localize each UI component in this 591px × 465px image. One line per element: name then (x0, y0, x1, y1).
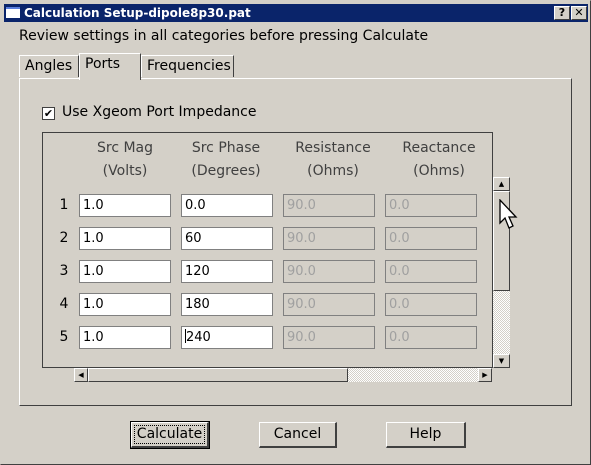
resistance-field: 90.0 (283, 293, 375, 316)
reactance-field: 0.0 (385, 260, 477, 283)
arrow-left-icon[interactable]: ◀ (74, 368, 88, 382)
src-phase-input[interactable]: 60 (181, 227, 273, 250)
src-phase-input[interactable]: 180 (181, 293, 273, 316)
arrow-down-icon[interactable]: ▼ (493, 354, 510, 368)
tab-frequencies[interactable]: Frequencies (141, 55, 234, 77)
use-xgeom-label[interactable]: Use Xgeom Port Impedance (62, 104, 256, 120)
help-title-button[interactable]: ? (554, 6, 570, 20)
port-grid: Src Mag (Volts) Src Phase (Degrees) Resi… (42, 132, 493, 368)
horizontal-scroll-thumb[interactable] (88, 368, 348, 382)
window-icon (6, 7, 20, 18)
tab-angles[interactable]: Angles (19, 55, 79, 77)
resistance-field: 90.0 (283, 227, 375, 250)
calculate-button[interactable]: Calculate (130, 421, 210, 449)
close-button[interactable]: ✕ (571, 6, 587, 20)
reactance-field: 0.0 (385, 293, 477, 316)
header-src-mag: Src Mag (Volts) (96, 140, 154, 179)
reactance-field: 0.0 (385, 227, 477, 250)
src-mag-input[interactable]: 1.0 (79, 293, 171, 316)
arrow-right-icon[interactable]: ▶ (478, 368, 492, 382)
title-bar[interactable]: Calculation Setup-dipole8p30.pat ? ✕ (4, 4, 588, 22)
arrow-up-icon[interactable]: ▲ (493, 177, 510, 191)
cancel-button[interactable]: Cancel (259, 422, 337, 448)
tab-ports[interactable]: Ports (79, 53, 141, 80)
calculation-setup-dialog: Calculation Setup-dipole8p30.pat ? ✕ Rev… (0, 0, 591, 465)
mouse-pointer-icon (499, 199, 518, 229)
help-button[interactable]: Help (386, 422, 466, 448)
reactance-field: 0.0 (385, 326, 477, 349)
use-xgeom-checkbox[interactable]: ✔ (42, 107, 55, 120)
resistance-field: 90.0 (283, 326, 375, 349)
row-number: 3 (59, 263, 69, 279)
horizontal-scrollbar[interactable]: ◀ ▶ (74, 368, 492, 382)
row-number: 5 (59, 329, 69, 345)
header-resistance: Resistance (Ohms) (295, 140, 371, 179)
resistance-field: 90.0 (283, 260, 375, 283)
src-mag-input[interactable]: 1.0 (79, 326, 171, 349)
src-mag-input[interactable]: 1.0 (79, 227, 171, 250)
window-title: Calculation Setup-dipole8p30.pat (24, 6, 251, 20)
reactance-field: 0.0 (385, 194, 477, 217)
src-mag-input[interactable]: 1.0 (79, 260, 171, 283)
resistance-field: 90.0 (283, 194, 375, 217)
instructions-text: Review settings in all categories before… (19, 28, 429, 44)
row-number: 1 (59, 197, 69, 213)
src-phase-value: 240 (186, 330, 211, 345)
src-phase-input[interactable]: 120 (181, 260, 273, 283)
src-phase-input[interactable]: 240 (181, 326, 273, 349)
row-number: 4 (59, 296, 69, 312)
header-reactance: Reactance (Ohms) (402, 140, 476, 179)
src-phase-input[interactable]: 0.0 (181, 194, 273, 217)
header-src-phase: Src Phase (Degrees) (191, 140, 261, 179)
row-number: 2 (59, 230, 69, 246)
src-mag-input[interactable]: 1.0 (79, 194, 171, 217)
